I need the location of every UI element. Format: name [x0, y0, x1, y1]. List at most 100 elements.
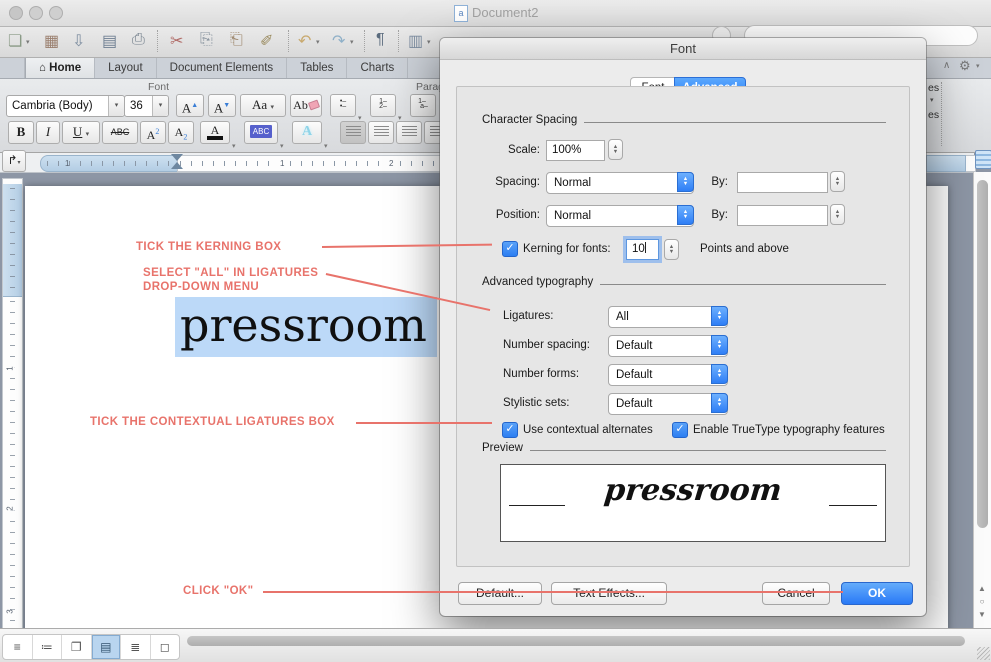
subscript-button[interactable]: A2 — [168, 121, 194, 144]
tab-home[interactable]: ⌂ Home — [25, 58, 95, 78]
undo-icon[interactable]: ↶ — [298, 31, 311, 51]
publishing-layout-view-button[interactable]: ❐ — [62, 635, 92, 659]
highlight-button[interactable]: ABC — [244, 121, 278, 144]
gear-caret-icon[interactable]: ▾ — [976, 62, 980, 70]
ligatures-dropdown[interactable]: All▲▼ — [608, 306, 728, 328]
paste-icon[interactable]: ⎗ — [230, 31, 243, 49]
focus-view-button[interactable]: ◻ — [151, 635, 180, 659]
align-center-button[interactable] — [368, 121, 394, 144]
shrink-font-button[interactable]: A▼ — [208, 94, 236, 117]
font-name-combo[interactable]: Cambria (Body) ▾ — [6, 95, 125, 117]
align-left-button[interactable] — [340, 121, 366, 144]
tab-stop-selector-button[interactable]: ↱▾ — [2, 150, 26, 172]
close-window-button[interactable] — [9, 6, 23, 20]
cut-icon[interactable]: ✂ — [170, 31, 183, 51]
scale-stepper[interactable]: ▲▼ — [608, 139, 623, 160]
ribbon-settings-gear-icon[interactable]: ⚙ — [959, 58, 971, 74]
numbered-list-button[interactable]: 1– 2– — [370, 94, 396, 117]
scale-field[interactable]: 100% — [546, 140, 605, 161]
position-dropdown[interactable]: Normal▲▼ — [546, 205, 694, 227]
clear-formatting-button[interactable]: Ab — [290, 94, 322, 117]
open-icon[interactable]: ⇩ — [72, 31, 85, 51]
kerning-points-field[interactable]: 10 — [626, 239, 659, 260]
paragraph-marks-icon[interactable]: ¶ — [376, 31, 385, 49]
next-page-button[interactable]: ▼ — [975, 610, 989, 619]
change-case-button[interactable]: Aa ▾ — [240, 94, 286, 117]
split-view-button[interactable] — [975, 150, 991, 169]
grow-font-button[interactable]: A▲ — [176, 94, 204, 117]
print-layout-view-button[interactable]: ▤ — [92, 635, 122, 659]
select-browse-object-button[interactable]: ○ — [975, 597, 989, 606]
strikethrough-button[interactable]: ABC — [102, 121, 138, 144]
kerning-checkbox[interactable]: ✓ — [502, 241, 518, 257]
default-button[interactable]: Default... — [458, 582, 542, 605]
collapse-ribbon-icon[interactable]: ∧ — [943, 60, 950, 71]
vertical-scrollbar[interactable] — [973, 172, 991, 628]
superscript-button[interactable]: A2 — [140, 121, 166, 144]
outline-view-button[interactable]: ≔ — [33, 635, 63, 659]
kerning-stepper[interactable]: ▲▼ — [664, 239, 679, 260]
columns-icon[interactable]: ▥ — [408, 31, 423, 51]
align-right-button[interactable] — [396, 121, 422, 144]
minimize-window-button[interactable] — [29, 6, 43, 20]
gallery-icon[interactable]: ▦ — [44, 31, 59, 51]
horizontal-scrollbar-thumb[interactable] — [187, 636, 965, 646]
bullet-list-button[interactable]: •– •– — [330, 94, 356, 117]
previous-page-button[interactable]: ▲ — [975, 584, 989, 593]
contextual-alternates-checkbox[interactable]: ✓ — [502, 422, 518, 438]
hanging-indent-marker[interactable] — [171, 162, 183, 169]
tab-document-elements[interactable]: Document Elements — [157, 58, 288, 78]
stylistic-sets-dropdown[interactable]: Default▲▼ — [608, 393, 728, 415]
selected-text-pressroom[interactable]: pressroom — [175, 297, 437, 357]
notebook-layout-view-button[interactable]: ≣ — [121, 635, 151, 659]
save-icon[interactable]: ▤ — [102, 31, 117, 51]
font-size-combo[interactable]: 36 ▾ — [124, 95, 169, 117]
tab-layout[interactable]: Layout — [95, 58, 157, 78]
spacing-by-field[interactable] — [737, 172, 828, 193]
undo-caret-icon[interactable]: ▾ — [316, 38, 320, 46]
number-spacing-dropdown[interactable]: Default▲▼ — [608, 335, 728, 357]
vertical-ruler[interactable]: 1 2 3 — [2, 178, 23, 630]
spacing-by-stepper[interactable]: ▲▼ — [830, 171, 845, 192]
font-size-caret-icon[interactable]: ▾ — [152, 96, 168, 116]
print-icon[interactable]: ⎙ — [132, 31, 145, 49]
bold-button[interactable]: B — [8, 121, 34, 144]
ok-button[interactable]: OK — [841, 582, 913, 605]
font-color-caret-icon[interactable]: ▾ — [232, 142, 236, 150]
text-effects-caret-icon[interactable]: ▾ — [324, 142, 328, 150]
styles-caret-icon[interactable]: ▾ — [930, 96, 934, 104]
position-by-field[interactable] — [737, 205, 828, 226]
window-resize-grip[interactable] — [977, 647, 990, 660]
zoom-window-button[interactable] — [49, 6, 63, 20]
copy-icon[interactable]: ⎘ — [200, 31, 213, 49]
new-document-caret-icon[interactable]: ▾ — [26, 38, 30, 46]
redo-caret-icon[interactable]: ▾ — [350, 38, 354, 46]
format-painter-icon[interactable]: ✐ — [260, 31, 273, 51]
annotation-line-contextual — [356, 422, 492, 424]
spacing-label: Spacing: — [470, 176, 540, 188]
multilevel-list-button[interactable]: 1– a– — [410, 94, 436, 117]
spacing-dropdown[interactable]: Normal▲▼ — [546, 172, 694, 194]
font-name-caret-icon[interactable]: ▾ — [108, 96, 124, 116]
number-forms-dropdown[interactable]: Default▲▼ — [608, 364, 728, 386]
position-by-stepper[interactable]: ▲▼ — [830, 204, 845, 225]
underline-button[interactable]: U ▾ — [62, 121, 100, 144]
first-line-indent-marker[interactable] — [171, 154, 183, 161]
font-dialog-title[interactable]: Font — [440, 38, 926, 60]
redo-icon[interactable]: ↷ — [332, 31, 345, 51]
text-cursor — [645, 242, 646, 253]
text-effects-glow-button[interactable]: A — [292, 121, 322, 144]
font-color-button[interactable]: A — [200, 121, 230, 144]
tab-charts[interactable]: Charts — [347, 58, 408, 78]
highlight-caret-icon[interactable]: ▾ — [280, 142, 284, 150]
new-document-icon[interactable]: ❏ — [8, 31, 22, 51]
italic-button[interactable]: I — [36, 121, 60, 144]
text-effects-button[interactable]: Text Effects... — [551, 582, 667, 605]
vertical-scrollbar-thumb[interactable] — [977, 180, 988, 528]
cancel-button[interactable]: Cancel — [762, 582, 830, 605]
columns-caret-icon[interactable]: ▾ — [427, 38, 431, 46]
draft-view-button[interactable]: ≡ — [3, 635, 33, 659]
change-case-caret-icon: ▾ — [270, 103, 274, 111]
truetype-features-checkbox[interactable]: ✓ — [672, 422, 688, 438]
tab-tables[interactable]: Tables — [287, 58, 347, 78]
